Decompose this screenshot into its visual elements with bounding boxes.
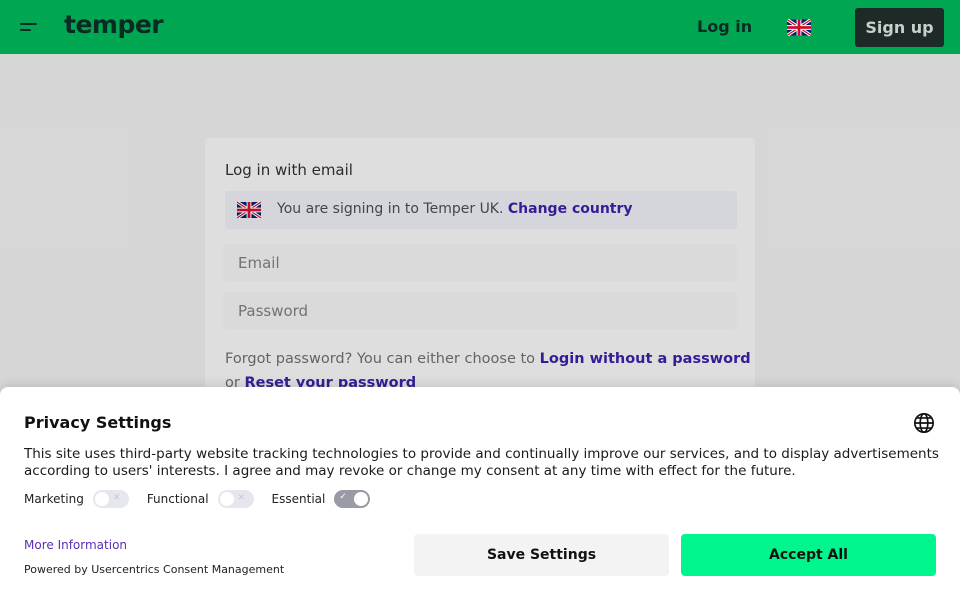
functional-label: Functional <box>146 492 209 506</box>
uk-flag-icon[interactable] <box>787 19 811 36</box>
toggle-knob <box>94 492 109 506</box>
x-icon: ✕ <box>112 493 121 503</box>
check-icon: ✓ <box>339 492 347 502</box>
essential-label: Essential <box>271 492 326 506</box>
login-link[interactable]: Log in <box>697 17 752 36</box>
marketing-toggle[interactable]: ✕ <box>92 490 129 508</box>
signup-button[interactable]: Sign up <box>855 8 944 47</box>
consent-toggles: Marketing ✕ Functional ✕ Essential ✓ <box>24 490 388 508</box>
powered-by-text: Powered by Usercentrics Consent Manageme… <box>24 563 285 576</box>
toggle-knob <box>354 492 369 506</box>
more-information-link[interactable]: More Information <box>24 538 127 552</box>
essential-toggle-group: Essential ✓ <box>272 490 371 508</box>
globe-icon[interactable] <box>913 412 935 434</box>
essential-toggle[interactable]: ✓ <box>334 490 371 508</box>
privacy-description: This site uses third-party website track… <box>24 446 939 479</box>
hamburger-menu-icon[interactable] <box>20 20 38 34</box>
save-settings-button[interactable]: Save Settings <box>414 534 669 576</box>
toggle-knob <box>219 492 234 506</box>
temper-logo[interactable]: temper <box>64 10 164 39</box>
functional-toggle[interactable]: ✕ <box>217 490 254 508</box>
marketing-toggle-group: Marketing ✕ <box>24 490 129 508</box>
accept-all-button[interactable]: Accept All <box>681 534 936 576</box>
functional-toggle-group: Functional ✕ <box>147 490 254 508</box>
top-navbar: temper Log in Sign up <box>0 0 960 54</box>
privacy-consent-banner: Privacy Settings This site uses third-pa… <box>0 387 960 600</box>
marketing-label: Marketing <box>24 492 84 506</box>
privacy-settings-title: Privacy Settings <box>24 413 172 432</box>
x-icon: ✕ <box>237 493 246 503</box>
